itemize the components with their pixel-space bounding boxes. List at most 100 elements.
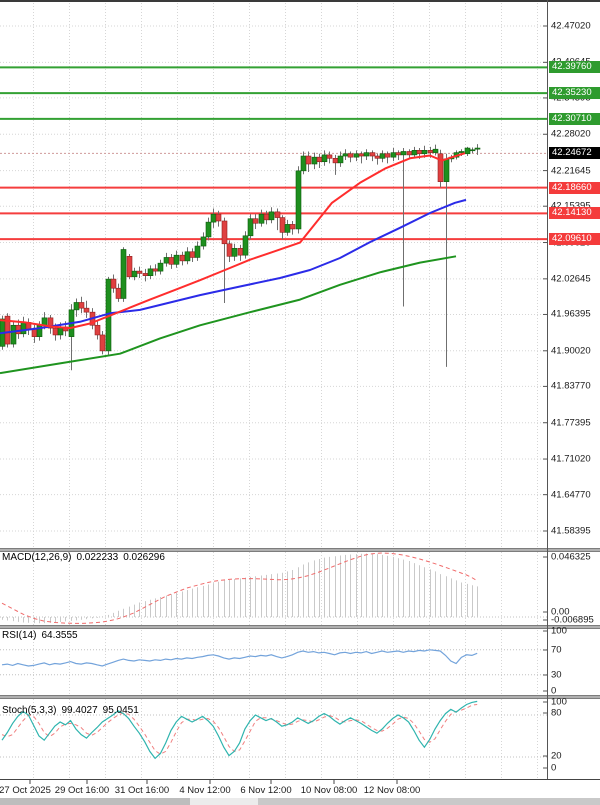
candle-bear (222, 221, 227, 244)
candle-bear (227, 244, 232, 257)
candle-bear (180, 255, 185, 261)
candle-bull (248, 219, 253, 236)
candle-bull (470, 150, 475, 151)
horizontal-scrollbar[interactable] (0, 798, 600, 805)
candle-bear (169, 257, 174, 264)
candle-bull (148, 269, 153, 276)
candle-bear (306, 156, 311, 164)
candle-bear (95, 325, 100, 335)
macd-panel[interactable] (0, 553, 547, 623)
candle-bull (444, 159, 449, 182)
candle-bear (275, 212, 280, 218)
candlesticks-layer (0, 144, 480, 370)
candle-bear (407, 151, 412, 154)
trading-chart-window: 42.4702042.4064542.3439542.2802042.21645… (0, 0, 600, 805)
macd-label: MACD(12,26,9) 0.022233 0.026296 (2, 552, 165, 563)
candle-bull (380, 154, 385, 159)
candle-bear (238, 248, 243, 255)
candle-bear (264, 214, 269, 220)
macd-main-value: 0.022233 (76, 552, 118, 563)
candle-bull (401, 151, 406, 154)
candle-bull (132, 271, 137, 277)
candle-bear (53, 328, 58, 335)
candle-bear (438, 154, 443, 182)
candle-bull (201, 237, 206, 246)
rsi-value: 64.3555 (41, 630, 77, 641)
candle-bear (190, 252, 195, 258)
candle-bull (296, 171, 301, 229)
stoch-label: Stoch(5,3,3) 99.4027 95.0451 (2, 705, 139, 716)
candle-bear (417, 150, 422, 153)
candle-bear (385, 154, 390, 157)
candle-bear (290, 224, 295, 229)
price-panel[interactable] (0, 67, 547, 373)
candle-bull (301, 156, 306, 171)
stoch-d-value: 95.0451 (103, 705, 139, 716)
candle-bear (32, 329, 37, 336)
candle-bear (428, 150, 433, 152)
candle-bear (327, 155, 332, 158)
stoch-k-value: 99.4027 (61, 705, 97, 716)
candle-bear (216, 214, 221, 221)
candle-bear (280, 218, 285, 233)
candle-bear (253, 219, 258, 224)
rsi-line (2, 650, 477, 666)
candle-bull (185, 252, 190, 261)
candle-bull (364, 153, 369, 156)
candle-bear (79, 302, 84, 308)
candle-bull (422, 150, 427, 153)
candle-bull (475, 148, 480, 149)
frame-layer (0, 0, 600, 784)
candle-bear (137, 271, 142, 273)
candle-bull (121, 249, 126, 298)
candle-bull (312, 157, 317, 164)
chart-canvas[interactable] (0, 0, 600, 805)
scrollbar-thumb[interactable] (190, 798, 258, 805)
candle-bull (42, 318, 47, 325)
candle-bear (116, 288, 121, 298)
candle-bull (195, 246, 200, 257)
candle-bear (16, 325, 21, 334)
candle-bear (153, 269, 158, 271)
candle-bull (465, 148, 470, 154)
candle-bull (285, 224, 290, 232)
candle-bear (370, 153, 375, 156)
candle-bull (412, 150, 417, 155)
candle-bull (343, 154, 348, 156)
candle-bull (206, 222, 211, 237)
candle-bear (143, 273, 148, 275)
candle-bear (84, 308, 89, 312)
candle-bear (348, 154, 353, 157)
scrollbar-track-right[interactable] (258, 798, 600, 805)
candle-bull (433, 149, 438, 152)
candle-bull (74, 302, 79, 309)
rsi-panel[interactable] (0, 650, 547, 675)
candle-bull (391, 153, 396, 158)
candle-bull (459, 151, 464, 152)
macd-signal-value: 0.026296 (123, 552, 165, 563)
candle-bull (211, 214, 216, 222)
candle-bull (174, 255, 179, 264)
candle-bull (158, 263, 163, 271)
candle-bear (396, 153, 401, 155)
candle-bull (21, 322, 26, 333)
candle-bull (354, 154, 359, 157)
candle-bear (359, 154, 364, 156)
candle-bear (375, 156, 380, 158)
candle-bull (322, 155, 327, 162)
candle-bear (127, 256, 132, 277)
rsi-name: RSI(14) (2, 630, 36, 641)
scrollbar-track-left[interactable] (0, 798, 190, 805)
stoch-name: Stoch(5,3,3) (2, 705, 56, 716)
candle-bull (11, 325, 16, 344)
candle-bear (333, 158, 338, 163)
candle-bear (317, 157, 322, 162)
candle-bull (338, 156, 343, 163)
macd-name: MACD(12,26,9) (2, 552, 71, 563)
rsi-label: RSI(14) 64.3555 (2, 630, 78, 641)
macd-signal-line (2, 553, 477, 623)
candle-bull (243, 236, 248, 255)
candle-bull (164, 257, 169, 263)
candle-bull (259, 214, 264, 223)
candle-bull (269, 212, 274, 220)
